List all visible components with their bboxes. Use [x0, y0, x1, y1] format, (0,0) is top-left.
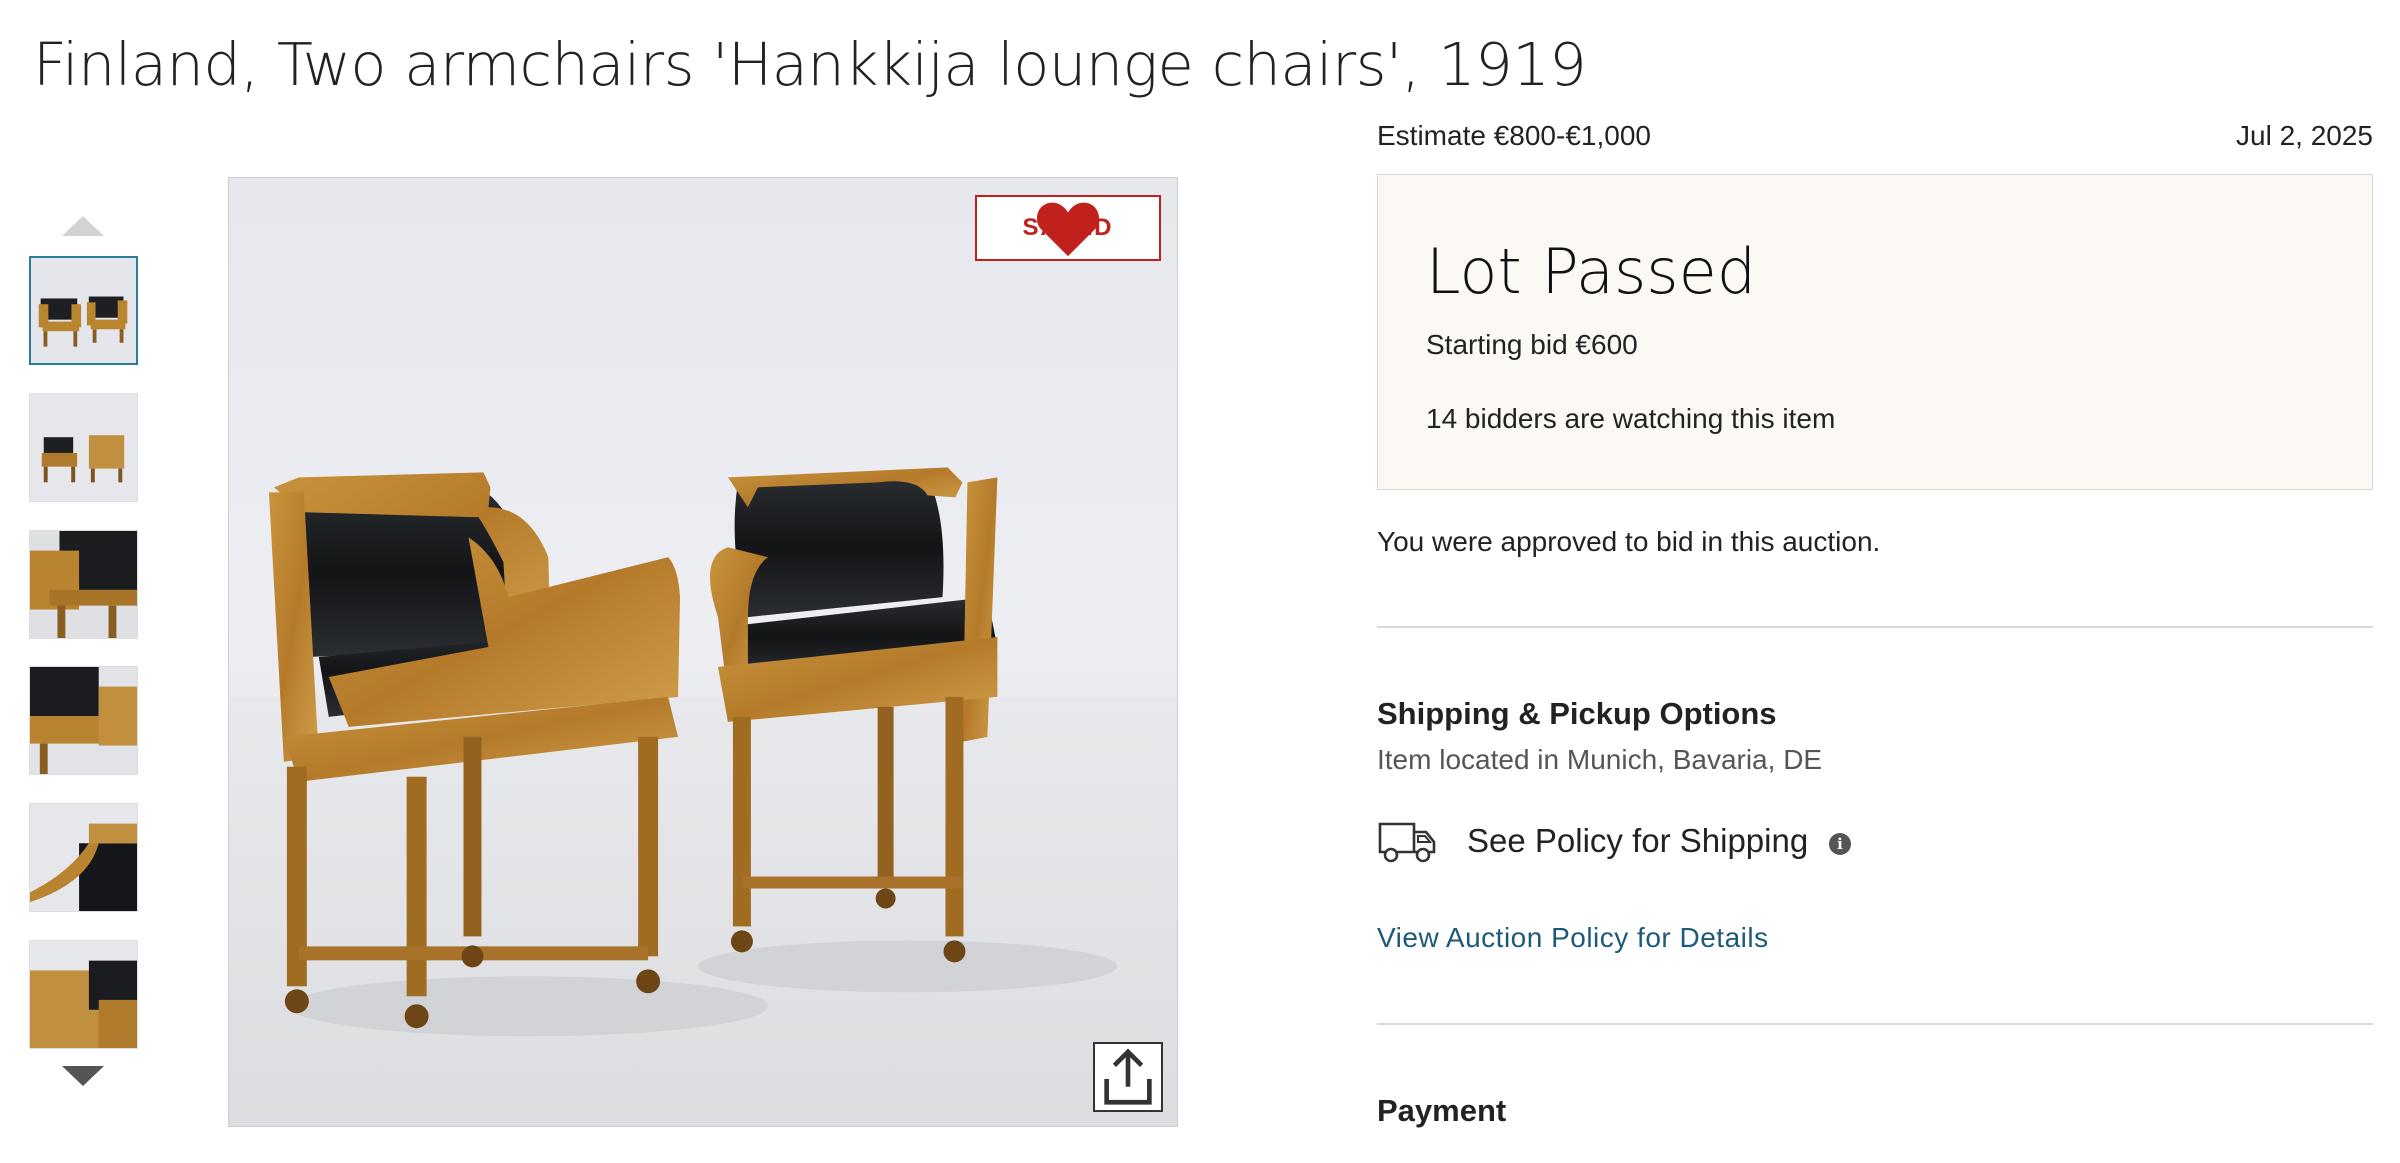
thumbnail-scroll-up-icon[interactable] — [62, 216, 104, 236]
lot-status-title: Lot Passed — [1426, 235, 1757, 308]
section-divider — [1377, 626, 2373, 628]
auction-policy-link[interactable]: View Auction Policy for Details — [1377, 922, 1769, 954]
main-product-image[interactable]: SAVED — [228, 177, 1178, 1127]
thumbnail-1[interactable] — [29, 256, 138, 365]
info-icon[interactable]: i — [1829, 833, 1851, 855]
share-icon — [1104, 1048, 1152, 1105]
thumbnail-4[interactable] — [29, 666, 138, 775]
armrest-detail-thumbnail-image — [30, 667, 137, 774]
two-armchairs-photo — [229, 467, 1177, 1126]
section-divider — [1377, 1023, 2373, 1025]
shipping-heading: Shipping & Pickup Options — [1377, 696, 1777, 731]
lot-title: Finland, Two armchairs 'Hankkija lounge … — [33, 30, 1587, 99]
saved-button[interactable]: SAVED — [975, 195, 1161, 261]
thumbnail-6[interactable] — [29, 940, 138, 1049]
thumbnail-scroll-down-icon[interactable] — [62, 1066, 104, 1086]
thumbnail-3[interactable] — [29, 530, 138, 639]
watchers-count-text: 14 bidders are watching this item — [1426, 403, 1836, 434]
thumbnail-2[interactable] — [29, 393, 138, 502]
thumbnail-5[interactable] — [29, 803, 138, 912]
share-button[interactable] — [1093, 1042, 1163, 1112]
item-location-text: Item located in Munich, Bavaria, DE — [1377, 744, 1823, 775]
armchairs-side-view-thumbnail-image — [30, 394, 137, 501]
wood-grain-detail-thumbnail-image — [30, 941, 137, 1048]
starting-bid-text: Starting bid €600 — [1426, 329, 1638, 360]
heart-icon — [1036, 202, 1100, 257]
two-armchairs-thumbnail-image — [31, 258, 136, 363]
estimate-text: Estimate €800-€1,000 — [1377, 120, 1651, 151]
bid-approval-text: You were approved to bid in this auction… — [1377, 526, 1881, 557]
truck-icon — [1378, 822, 1436, 863]
auction-date: Jul 2, 2025 — [2236, 120, 2373, 151]
armchair-detail-thumbnail-image — [30, 531, 137, 638]
lot-status-panel: Lot Passed Starting bid €600 14 bidders … — [1377, 174, 2373, 490]
payment-heading: Payment — [1377, 1093, 1507, 1128]
backrest-detail-thumbnail-image — [30, 804, 137, 911]
shipping-policy-link[interactable]: See Policy for Shipping — [1467, 822, 1808, 860]
